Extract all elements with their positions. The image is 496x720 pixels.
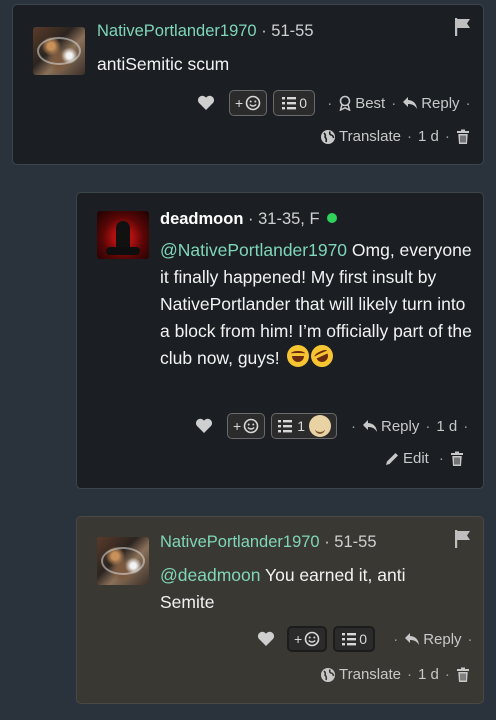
separator: ·: [467, 630, 473, 648]
comment-text: antiSemitic scum: [97, 54, 230, 74]
reactions-list-button[interactable]: 1: [271, 413, 337, 439]
action-row: + 0 · Best · Reply ·: [197, 90, 471, 116]
best-button[interactable]: Best: [338, 95, 385, 112]
reply-button[interactable]: Reply: [404, 630, 462, 648]
reactions-count: 0: [299, 95, 308, 111]
comment-header: NativePortlander1970 · 51-55: [160, 533, 377, 552]
translate-label: Translate: [339, 666, 401, 683]
action-row: + 1 · Reply · 1 d ·: [195, 413, 468, 439]
meta-row: Translate · 1 d ·: [320, 666, 470, 683]
separator: ·: [261, 22, 267, 40]
reply-label: Reply: [421, 94, 460, 112]
smiley-icon: [245, 95, 261, 111]
comment-card: NativePortlander1970 · 51-55 @deadmoon Y…: [76, 516, 484, 704]
comment-card: deadmoon · 31-35, F @NativePortlander197…: [76, 192, 484, 489]
timestamp: 1 d: [417, 128, 439, 145]
best-label: Best: [355, 94, 386, 112]
comment-text: @deadmoon You earned it, anti Semite: [160, 562, 460, 616]
username[interactable]: NativePortlander1970: [160, 533, 320, 551]
timestamp: 1 d: [417, 666, 439, 683]
react-plus: +: [235, 95, 244, 111]
separator: ·: [393, 630, 399, 648]
avatar[interactable]: [97, 211, 149, 259]
smiley-icon: [304, 631, 320, 647]
heart-icon[interactable]: [197, 95, 215, 111]
reply-arrow-icon: [405, 633, 420, 645]
flag-icon[interactable]: [453, 17, 473, 37]
meta-row: Edit ·: [384, 450, 464, 467]
comment-header: NativePortlander1970 · 51-55: [97, 22, 314, 41]
online-status-dot: [327, 213, 338, 223]
age-range: 51-55: [271, 22, 314, 40]
list-icon: [342, 633, 357, 646]
reactions-count: 1: [297, 418, 305, 434]
action-row: + 0 · Reply ·: [257, 626, 473, 652]
comment-header: deadmoon · 31-35, F: [160, 210, 338, 229]
trash-icon[interactable]: [456, 667, 470, 683]
globe-icon: [321, 667, 335, 682]
translate-button[interactable]: Translate: [320, 128, 401, 145]
timestamp: 1 d: [436, 417, 458, 435]
comment-text: @NativePortlander1970 Omg, everyone it f…: [160, 237, 472, 372]
reply-label: Reply: [423, 630, 462, 648]
smiley-icon: [243, 418, 259, 434]
separator: ·: [444, 666, 450, 683]
reply-button[interactable]: Reply: [362, 418, 419, 435]
reply-button[interactable]: Reply: [402, 94, 460, 112]
trash-icon[interactable]: [450, 451, 464, 467]
trash-icon[interactable]: [456, 129, 470, 145]
meta-row: Translate · 1 d ·: [320, 128, 470, 145]
reactions-count: 0: [359, 631, 368, 647]
rolling-laughing-emoji-icon: [306, 341, 337, 371]
separator: ·: [463, 417, 469, 435]
list-icon: [282, 97, 297, 110]
flag-icon[interactable]: [453, 529, 473, 549]
comment-card: NativePortlander1970 · 51-55 antiSemitic…: [12, 4, 484, 165]
heart-icon[interactable]: [257, 631, 275, 647]
separator: ·: [425, 417, 431, 435]
react-button[interactable]: +: [227, 413, 266, 439]
age-range: 51-55: [334, 533, 377, 551]
separator: ·: [327, 94, 333, 112]
reaction-emoji-icon: [308, 415, 331, 437]
separator: ·: [406, 666, 412, 683]
reply-arrow-icon: [403, 97, 418, 109]
separator: ·: [391, 94, 397, 112]
react-button[interactable]: +: [229, 90, 268, 116]
separator: ·: [465, 94, 471, 112]
separator: ·: [444, 128, 450, 145]
list-icon: [278, 420, 293, 433]
avatar[interactable]: [33, 27, 85, 75]
reactions-list-button[interactable]: 0: [273, 90, 316, 116]
reply-arrow-icon: [362, 420, 377, 432]
separator: ·: [406, 128, 412, 145]
translate-label: Translate: [339, 128, 401, 145]
react-plus: +: [233, 418, 242, 434]
username[interactable]: NativePortlander1970: [97, 22, 257, 40]
globe-icon: [321, 129, 335, 144]
separator: ·: [350, 417, 356, 435]
edit-button[interactable]: Edit: [384, 450, 429, 467]
separator: ·: [438, 450, 444, 467]
username[interactable]: deadmoon: [160, 210, 243, 228]
react-button[interactable]: +: [287, 626, 328, 652]
react-plus: +: [294, 631, 303, 647]
laughing-emoji-icon: [286, 345, 309, 367]
separator: ·: [324, 533, 330, 551]
pencil-icon: [386, 452, 398, 465]
mention-link[interactable]: @NativePortlander1970: [160, 240, 347, 260]
heart-icon[interactable]: [195, 418, 213, 434]
avatar[interactable]: [97, 537, 149, 585]
translate-button[interactable]: Translate: [320, 666, 401, 683]
reply-label: Reply: [380, 417, 420, 435]
separator: ·: [248, 210, 254, 228]
edit-label: Edit: [403, 450, 429, 467]
reactions-list-button[interactable]: 0: [333, 626, 376, 652]
award-icon: [339, 95, 351, 111]
mention-link[interactable]: @deadmoon: [160, 565, 260, 585]
age-range: 31-35, F: [258, 210, 320, 228]
